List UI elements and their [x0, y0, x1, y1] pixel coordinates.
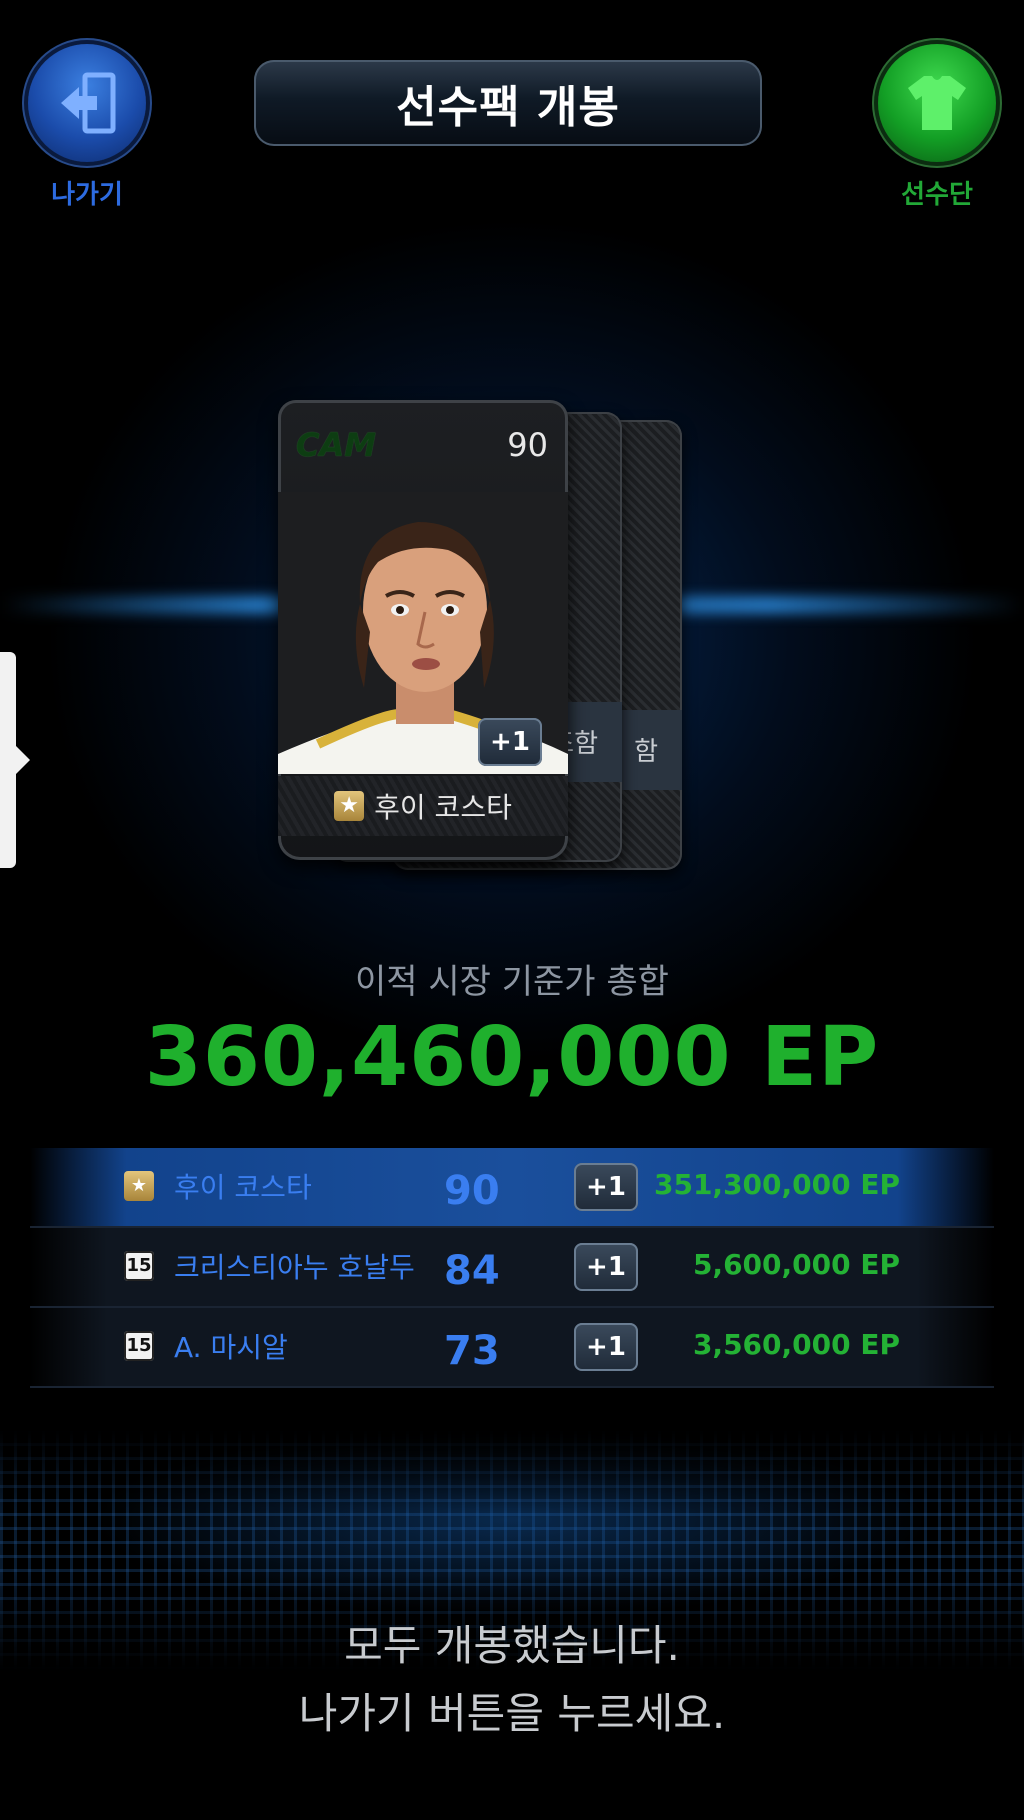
list-item[interactable]: 15 A. 마시알 73 +1 3,560,000 EP	[30, 1308, 994, 1388]
star-grade-icon: ★	[334, 791, 365, 821]
player-overall: 73	[444, 1328, 500, 1374]
side-drawer-handle[interactable]	[0, 652, 30, 868]
player-overall: 90	[444, 1168, 500, 1214]
enhance-badge: +1	[574, 1243, 638, 1291]
star-grade-icon: ★	[124, 1171, 154, 1201]
player-name: 후이 코스타	[174, 1171, 312, 1204]
exit-door-icon	[61, 72, 116, 134]
enhance-badge: +1	[574, 1323, 638, 1371]
squad-button[interactable]	[878, 44, 996, 162]
player-name: A. 마시알	[174, 1331, 288, 1364]
total-value: 360,460,000 EP	[144, 1010, 880, 1105]
list-item[interactable]: 15 크리스티아누 호날두 84 +1 5,600,000 EP	[30, 1228, 994, 1308]
card-name-row: ★ 후이 코스타	[278, 776, 568, 836]
card-overall: 90	[507, 426, 548, 464]
card-player-name: 후이 코스타	[374, 791, 512, 824]
result-list: ★ 후이 코스타 90 +1 351,300,000 EP 15 크리스티아누 …	[30, 1148, 994, 1388]
season-grade-icon: 15	[124, 1251, 154, 1281]
footer-message: 모두 개봉했습니다. 나가기 버튼을 누르세요.	[0, 1612, 1024, 1748]
season-grade-icon: 15	[124, 1331, 154, 1361]
back-card-label: 함	[634, 737, 658, 767]
enhance-badge: +1	[574, 1163, 638, 1211]
player-overall: 84	[444, 1248, 500, 1294]
title-bar: 선수팩 개봉	[254, 60, 762, 146]
player-name: 크리스티아누 호날두	[174, 1251, 415, 1284]
enhance-badge: +1	[478, 718, 542, 766]
exit-label: 나가기	[51, 180, 123, 210]
footer-line-2: 나가기 버튼을 누르세요.	[298, 1689, 726, 1738]
chevron-right-icon	[14, 744, 30, 776]
card-stack: 함 조함 CAM 90 +1 ★ 후이 코스타	[272, 400, 702, 880]
player-value: 351,300,000 EP	[653, 1168, 900, 1201]
squad-label: 선수단	[901, 180, 973, 210]
exit-button[interactable]	[28, 44, 146, 162]
page-title: 선수팩 개봉	[396, 82, 620, 133]
player-card[interactable]: CAM 90 +1 ★ 후이 코스타	[278, 400, 568, 860]
jersey-icon	[908, 76, 966, 130]
total-label: 이적 시장 기준가 총합	[355, 962, 669, 1002]
footer-line-1: 모두 개봉했습니다.	[344, 1621, 680, 1670]
player-value: 3,560,000 EP	[692, 1328, 900, 1361]
list-item[interactable]: ★ 후이 코스타 90 +1 351,300,000 EP	[30, 1148, 994, 1228]
player-value: 5,600,000 EP	[692, 1248, 900, 1281]
card-position: CAM	[296, 426, 377, 464]
